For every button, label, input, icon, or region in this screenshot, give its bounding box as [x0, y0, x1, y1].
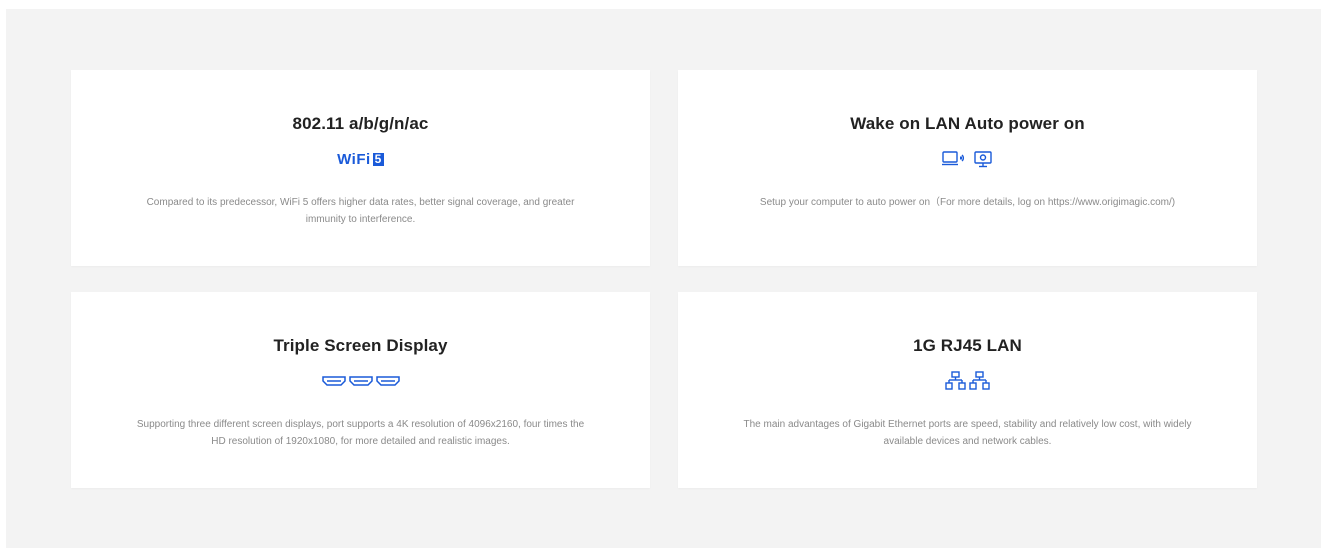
feature-title: 1G RJ45 LAN [913, 336, 1022, 355]
ethernet-network-icon [678, 371, 1257, 391]
hdmi-port-icons [321, 376, 400, 386]
feature-description: The main advantages of Gigabit Ethernet … [743, 419, 1192, 447]
feature-title: 802.11 a/b/g/n/ac [292, 114, 429, 133]
feature-card-wifi: 802.11 a/b/g/n/ac WiFi 5 Compared to its… [71, 70, 650, 266]
hdmi-ports-icon [71, 371, 650, 391]
feature-description: Compared to its predecessor, WiFi 5 offe… [146, 197, 575, 225]
wake-on-lan-icon [678, 149, 1257, 169]
feature-title: Triple Screen Display [273, 336, 448, 355]
laptop-signal-monitor-icon [941, 151, 992, 168]
wifi5-logo-icon: WiFi 5 [71, 149, 650, 169]
feature-title: Wake on LAN Auto power on [850, 114, 1085, 133]
feature-card-rj45-lan: 1G RJ45 LAN The main advantages of Gigab… [678, 292, 1257, 488]
network-topology-icon [944, 371, 990, 390]
feature-description: Setup your computer to auto power on（For… [759, 197, 1176, 208]
features-section: 802.11 a/b/g/n/ac WiFi 5 Compared to its… [6, 9, 1321, 548]
wifi-logo-badge: 5 [372, 151, 384, 166]
feature-description: Supporting three different screen displa… [136, 419, 585, 447]
wifi-logo-text: WiFi [337, 150, 371, 168]
feature-card-triple-display: Triple Screen Display Supporting three d… [71, 292, 650, 488]
feature-card-wake-on-lan: Wake on LAN Auto power on Setup your com… [678, 70, 1257, 266]
